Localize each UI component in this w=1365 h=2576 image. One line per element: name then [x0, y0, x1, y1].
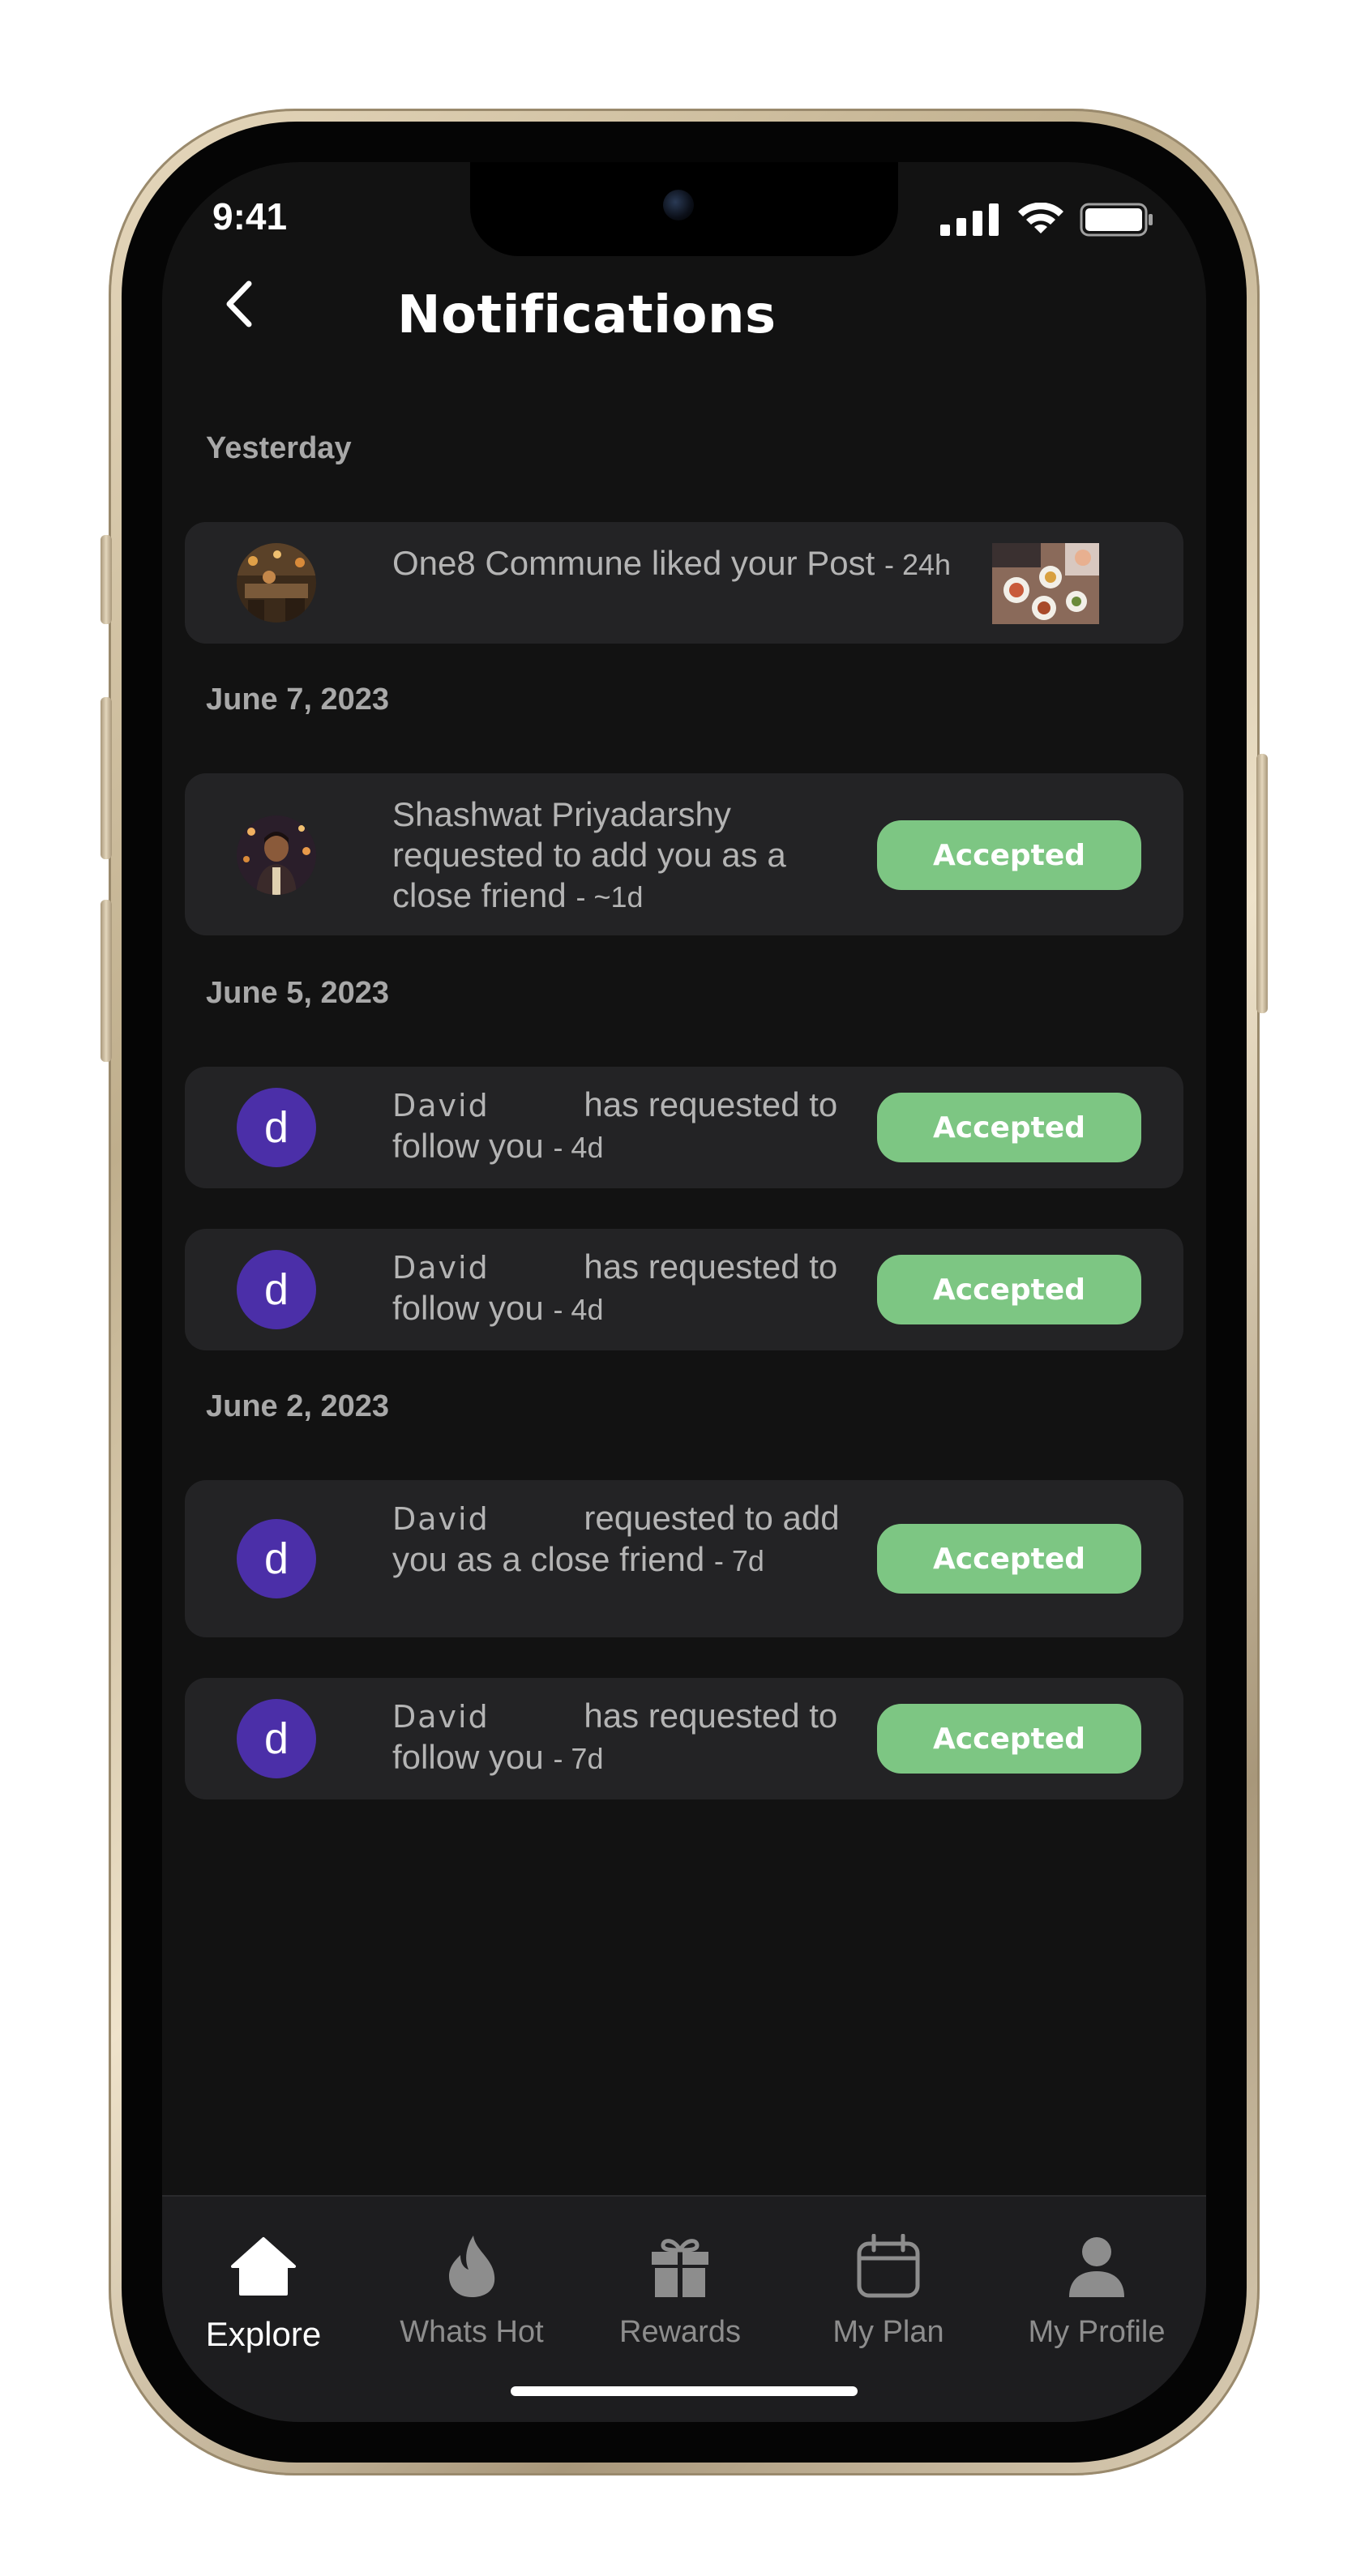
cellular-signal-icon	[940, 203, 999, 236]
section-label-june-5: June 5, 2023	[206, 976, 390, 1010]
power-button	[1256, 754, 1268, 1013]
notification-time: - 24h	[884, 548, 952, 581]
notification-text: Shashwat Priyadarshy requested to add yo…	[392, 794, 846, 918]
notification-card[interactable]: d David has requested to follow you - 7d…	[185, 1678, 1183, 1799]
post-thumbnail[interactable]	[992, 543, 1099, 624]
tab-my-profile[interactable]: My Profile	[999, 2229, 1194, 2350]
person-icon	[999, 2229, 1194, 2304]
restaurant-photo-icon	[237, 543, 316, 623]
notification-card[interactable]: d David has requested to follow you - 4d…	[185, 1229, 1183, 1350]
tab-label: Explore	[205, 2315, 322, 2353]
tab-explore[interactable]: Explore	[166, 2229, 361, 2354]
volume-up-button	[101, 697, 112, 859]
notification-text: David has requested to follow you - 4d	[392, 1085, 846, 1168]
gift-icon	[583, 2229, 777, 2304]
avatar[interactable]: d	[237, 1519, 316, 1598]
home-icon	[166, 2229, 361, 2304]
person-photo-icon	[237, 815, 316, 895]
accepted-button[interactable]: Accepted	[877, 820, 1141, 890]
notification-author: David	[392, 1699, 490, 1735]
notification-author: David	[392, 1250, 490, 1286]
notification-time: - 7d	[553, 1742, 604, 1775]
accepted-button[interactable]: Accepted	[877, 1093, 1141, 1162]
notification-card[interactable]: Shashwat Priyadarshy requested to add yo…	[185, 773, 1183, 935]
tab-label: My Profile	[1028, 2315, 1166, 2349]
wifi-icon	[1018, 203, 1063, 233]
tab-rewards[interactable]: Rewards	[583, 2229, 777, 2350]
flame-icon	[374, 2229, 569, 2304]
tab-whats-hot[interactable]: Whats Hot	[374, 2229, 569, 2350]
chevron-left-icon	[226, 280, 252, 327]
tab-my-plan[interactable]: My Plan	[791, 2229, 986, 2350]
notification-author: David	[392, 1088, 490, 1123]
avatar[interactable]: d	[237, 1699, 316, 1778]
section-label-june-7: June 7, 2023	[206, 683, 390, 717]
notification-card[interactable]: One8 Commune liked your Post - 24h	[185, 522, 1183, 644]
notification-time: - 4d	[553, 1293, 604, 1326]
tab-label: My Plan	[832, 2315, 944, 2349]
tab-label: Rewards	[619, 2315, 741, 2349]
notification-text: David has requested to follow you - 7d	[392, 1696, 846, 1779]
app-screen: 9:41 Notifications Yesterday One8 Commun…	[162, 162, 1206, 2422]
notification-text: David requested to add you as a close fr…	[392, 1498, 846, 1581]
front-camera	[663, 190, 694, 220]
calendar-icon	[791, 2229, 986, 2304]
notification-time: - 7d	[713, 1544, 764, 1577]
avatar[interactable]	[237, 815, 316, 895]
notification-time: - 4d	[553, 1131, 604, 1164]
notification-text: David has requested to follow you - 4d	[392, 1247, 846, 1330]
notification-author: Shashwat Priyadarshy	[392, 795, 731, 833]
accepted-button[interactable]: Accepted	[877, 1255, 1141, 1324]
avatar[interactable]: d	[237, 1250, 316, 1329]
volume-down-button	[101, 900, 112, 1062]
home-indicator	[511, 2386, 858, 2396]
section-label-june-2: June 2, 2023	[206, 1389, 390, 1423]
food-photo-icon	[992, 543, 1099, 624]
notification-card[interactable]: d David has requested to follow you - 4d…	[185, 1067, 1183, 1188]
avatar[interactable]	[237, 543, 316, 623]
notification-message: liked your Post	[642, 544, 875, 582]
mute-switch	[101, 535, 112, 624]
status-icons	[940, 203, 1154, 237]
notification-author: David	[392, 1501, 490, 1537]
accepted-button[interactable]: Accepted	[877, 1524, 1141, 1594]
notification-card[interactable]: d David requested to add you as a close …	[185, 1480, 1183, 1637]
status-time: 9:41	[212, 195, 288, 237]
page-title: Notifications	[397, 285, 777, 345]
battery-icon	[1080, 203, 1153, 237]
tab-label: Whats Hot	[400, 2315, 544, 2349]
notification-author: One8 Commune	[392, 544, 643, 582]
back-button[interactable]	[211, 276, 267, 332]
avatar[interactable]: d	[237, 1088, 316, 1167]
notification-time: - ~1d	[576, 880, 644, 914]
notification-text: One8 Commune liked your Post - 24h	[392, 543, 952, 585]
accepted-button[interactable]: Accepted	[877, 1704, 1141, 1774]
section-label-yesterday: Yesterday	[206, 431, 352, 465]
